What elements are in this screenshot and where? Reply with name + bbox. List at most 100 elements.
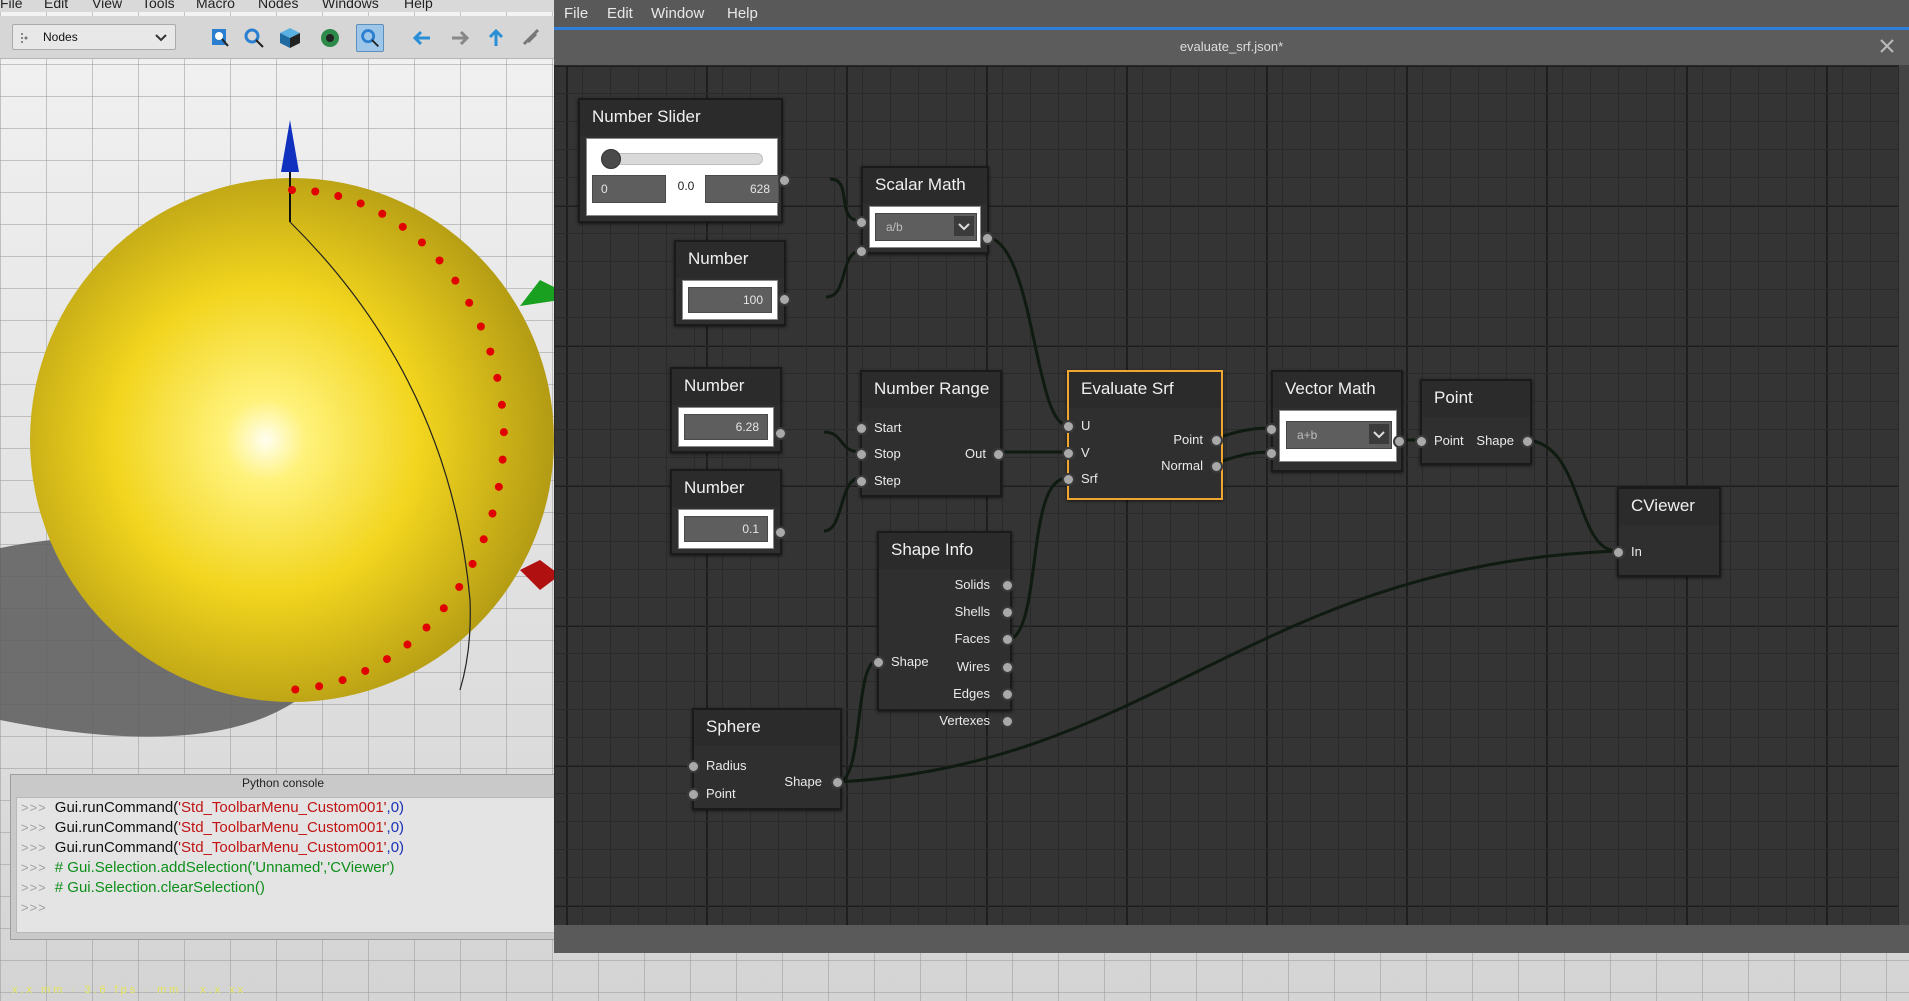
node-number-0-1[interactable]: Number 0.1 — [670, 469, 787, 555]
port-label-u: U — [1081, 418, 1091, 433]
menu-file[interactable]: File — [564, 5, 588, 22]
evaluated-point — [403, 640, 412, 649]
arrow-left-icon[interactable] — [408, 24, 436, 52]
evaluated-point — [465, 298, 474, 307]
node-number-slider[interactable]: Number Slider 0 0.0 628 — [578, 98, 791, 223]
slider-max-field[interactable]: 628 — [705, 175, 779, 203]
output-port[interactable] — [774, 526, 787, 539]
fit-all-icon[interactable] — [206, 24, 234, 52]
output-port-normal[interactable] — [1210, 460, 1223, 473]
freecad-menu-view[interactable]: View — [92, 0, 122, 11]
output-port[interactable] — [1521, 435, 1534, 448]
output-port-faces[interactable] — [1001, 633, 1014, 646]
operation-dropdown[interactable]: a/b — [875, 213, 977, 241]
slider-handle[interactable] — [601, 149, 621, 169]
input-port-a[interactable] — [1265, 423, 1278, 436]
slider-min-field[interactable]: 0 — [592, 175, 666, 203]
input-port-srf[interactable] — [1062, 473, 1075, 486]
evaluated-point — [288, 186, 296, 194]
evaluated-point — [422, 623, 431, 632]
input-port-v[interactable] — [1062, 447, 1075, 460]
input-port-point[interactable] — [1415, 435, 1428, 448]
node-number-6-28[interactable]: Number 6.28 — [670, 367, 787, 453]
document-title: evaluate_srf.json* — [1179, 39, 1284, 54]
input-port-radius[interactable] — [687, 760, 700, 773]
vector-math-widget: a+b — [1279, 410, 1397, 462]
selection-mode-icon[interactable] — [356, 24, 384, 52]
node-canvas[interactable]: Number Slider 0 0.0 628 Scalar Math a/b — [554, 65, 1899, 925]
input-port-in[interactable] — [1612, 546, 1625, 559]
freecad-menu-macro[interactable]: Macro — [196, 0, 235, 11]
evaluated-point — [315, 682, 324, 691]
menu-help[interactable]: Help — [727, 5, 758, 22]
view-isometric-icon[interactable] — [276, 24, 304, 52]
output-port-vertexes[interactable] — [1001, 715, 1014, 728]
output-port-wires[interactable] — [1001, 661, 1014, 674]
output-port[interactable] — [981, 232, 994, 245]
arrow-up-icon[interactable] — [482, 24, 510, 52]
node-vector-math[interactable]: Vector Math a+b — [1265, 370, 1406, 472]
output-port-point[interactable] — [1210, 434, 1223, 447]
output-port[interactable] — [1393, 435, 1406, 448]
node-scalar-math[interactable]: Scalar Math a/b — [855, 166, 994, 258]
input-port-a[interactable] — [855, 216, 868, 229]
node-evaluate-srf[interactable]: Evaluate Srf U V Srf Point Normal — [1062, 370, 1223, 500]
output-port[interactable] — [774, 427, 787, 440]
input-port-start[interactable] — [855, 422, 868, 435]
python-console: Python console >>> Gui.runCommand('Std_To… — [10, 774, 556, 940]
node-number-100[interactable]: Number 100 — [674, 240, 791, 326]
output-port[interactable] — [778, 293, 791, 306]
python-console-output[interactable]: >>> Gui.runCommand('Std_ToolbarMenu_Custo… — [16, 797, 555, 933]
input-port-shape[interactable] — [872, 656, 885, 669]
freecad-menu-windows[interactable]: Windows — [322, 0, 379, 11]
fit-selection-icon[interactable] — [240, 24, 268, 52]
number-field[interactable]: 0.1 — [684, 516, 768, 542]
output-port[interactable] — [992, 448, 1005, 461]
console-input-line[interactable]: >>> — [17, 898, 554, 918]
measure-icon[interactable] — [518, 24, 546, 52]
output-port[interactable] — [831, 776, 844, 789]
workbench-selector[interactable]: Nodes — [12, 24, 176, 50]
freecad-menu-file[interactable]: File — [0, 0, 23, 11]
close-icon[interactable] — [1877, 36, 1897, 56]
output-port-solids[interactable] — [1001, 579, 1014, 592]
slider-track[interactable] — [603, 153, 763, 165]
console-line: >>> Gui.runCommand('Std_ToolbarMenu_Custo… — [21, 799, 405, 816]
evaluated-point — [497, 400, 506, 409]
draw-style-icon[interactable] — [316, 24, 344, 52]
freecad-menu-tools[interactable]: Tools — [142, 0, 175, 11]
input-port-u[interactable] — [1062, 420, 1075, 433]
wire-sphere-to-shapeinfo — [837, 659, 878, 784]
port-label-stop: Stop — [874, 446, 901, 461]
output-port-edges[interactable] — [1001, 688, 1014, 701]
node-point[interactable]: Point Point Shape — [1415, 379, 1534, 465]
input-port-stop[interactable] — [855, 448, 868, 461]
node-sphere[interactable]: Sphere Radius Point Shape — [687, 708, 844, 810]
node-cviewer[interactable]: CViewer In — [1612, 487, 1721, 577]
menu-edit[interactable]: Edit — [607, 5, 633, 22]
input-port-b[interactable] — [1265, 447, 1278, 460]
node-number-range[interactable]: Number Range Start Stop Step Out — [855, 370, 1005, 497]
evaluated-point — [493, 373, 502, 382]
arrow-right-icon[interactable] — [446, 24, 474, 52]
input-port-step[interactable] — [855, 475, 868, 488]
output-port[interactable] — [778, 174, 791, 187]
wire-point-to-cviewer — [1523, 438, 1618, 553]
vertical-scrollbar[interactable] — [1899, 65, 1909, 925]
freecad-menu-edit[interactable]: Edit — [44, 0, 68, 11]
input-port-point[interactable] — [687, 788, 700, 801]
freecad-menu-help[interactable]: Help — [404, 0, 433, 11]
console-line: >>> # Gui.Selection.addSelection('Unnamed… — [21, 859, 395, 876]
evaluated-point — [486, 347, 495, 356]
chevron-down-icon — [1369, 424, 1389, 444]
input-port-b[interactable] — [855, 245, 868, 258]
operation-dropdown[interactable]: a+b — [1286, 421, 1392, 449]
node-shape-info[interactable]: Shape Info Shape Solids Shells Faces Wir… — [872, 531, 1014, 728]
number-field[interactable]: 6.28 — [684, 414, 768, 440]
number-field[interactable]: 100 — [688, 287, 772, 313]
operation-value: a+b — [1297, 428, 1318, 442]
menu-window[interactable]: Window — [651, 5, 704, 22]
sphere-shape[interactable] — [30, 178, 554, 702]
output-port-shells[interactable] — [1001, 606, 1014, 619]
freecad-menu-nodes[interactable]: Nodes — [258, 0, 298, 11]
